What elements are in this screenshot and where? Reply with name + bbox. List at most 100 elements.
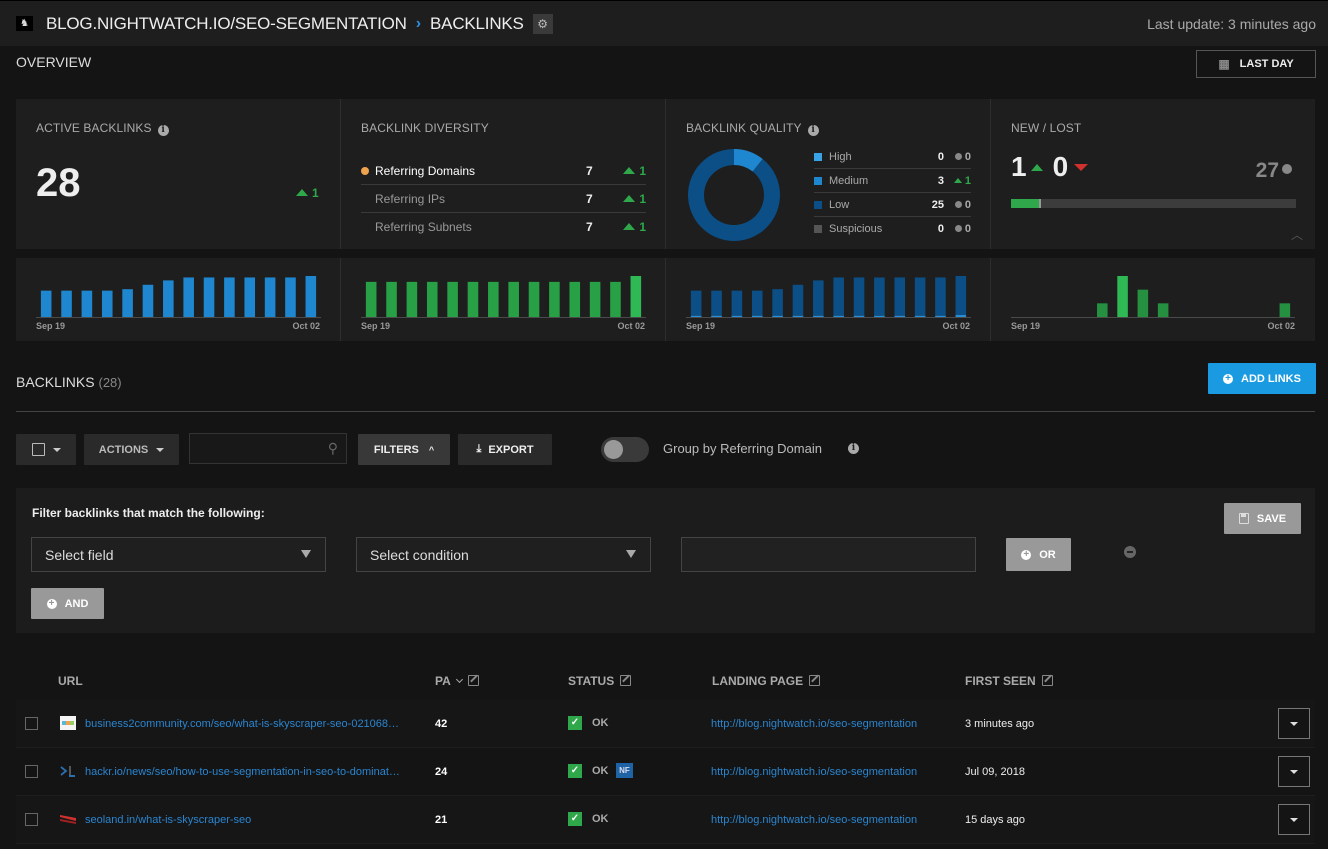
backlink-url[interactable]: business2community.com/seo/what-is-skysc… [85, 718, 399, 730]
quality-value: 0 [937, 150, 944, 163]
or-label: OR [1039, 548, 1056, 561]
info-icon[interactable]: i [848, 443, 859, 454]
spark-bar-low [731, 290, 743, 316]
plus-circle-icon: + [1223, 373, 1234, 384]
and-label: AND [64, 597, 89, 610]
backlink-diversity-card: BACKLINK DIVERSITY Referring Domains 7 1… [341, 99, 666, 249]
select-all-dropdown[interactable] [16, 434, 76, 465]
quality-row-medium[interactable]: Medium 3 1 [814, 169, 971, 193]
table-row[interactable]: seoland.in/what-is-skyscraper-seo 21 ✓ O… [16, 796, 1315, 844]
select-field-dropdown[interactable]: Select field [31, 537, 326, 572]
search-input[interactable]: ⚲ [189, 433, 347, 464]
backlink-url[interactable]: seoland.in/what-is-skyscraper-seo [85, 814, 251, 826]
delta-value: 1 [639, 191, 646, 206]
add-links-button[interactable]: + ADD LINKS [1208, 363, 1316, 394]
quality-row-low[interactable]: Low 25 0 [814, 193, 971, 217]
divider [16, 411, 1315, 412]
edit-icon[interactable] [809, 675, 821, 686]
delta-value: 1 [639, 220, 646, 234]
column-header-pa[interactable]: PA [435, 674, 479, 688]
nightwatch-owl-logo-icon[interactable]: ♞ [16, 16, 33, 31]
row-checkbox[interactable] [25, 813, 38, 826]
spark-bar [285, 277, 296, 317]
info-icon[interactable]: i [807, 125, 819, 136]
column-header-url[interactable]: URL [58, 674, 83, 688]
spark-bar [1279, 303, 1291, 317]
or-button[interactable]: + OR [1006, 538, 1071, 571]
landing-page-link[interactable]: http://blog.nightwatch.io/seo-segmentati… [711, 766, 917, 778]
quality-row-suspicious[interactable]: Suspicious 0 0 [814, 217, 971, 241]
row-menu-button[interactable] [1278, 708, 1310, 739]
export-button[interactable]: ⤓ EXPORT [458, 434, 552, 465]
remove-condition-icon[interactable] [1124, 546, 1136, 558]
filter-value-input[interactable] [681, 537, 976, 572]
edit-icon[interactable] [467, 675, 479, 686]
save-label: SAVE [1256, 512, 1287, 525]
spark-bar [508, 281, 519, 317]
column-header-first-seen[interactable]: FIRST SEEN [965, 674, 1053, 688]
backlink-url[interactable]: hackr.io/news/seo/how-to-use-segmentatio… [85, 766, 400, 778]
pa-value: 24 [435, 766, 448, 778]
collapse-chevron-up-icon[interactable]: ︿ [1291, 226, 1303, 243]
actions-dropdown[interactable]: ACTIONS [84, 434, 179, 465]
up-arrow-icon [953, 177, 962, 183]
group-by-domain-toggle[interactable] [601, 437, 649, 462]
info-icon[interactable]: i [157, 125, 169, 136]
quality-legend: High 0 0 Medium 3 1 Low 25 0 Suspicious 0 0 [814, 145, 971, 241]
diversity-label: Referring Subnets [375, 220, 472, 234]
diversity-row-referring-ips[interactable]: Referring IPs 7 1 [361, 185, 646, 213]
new-lost-title: NEW / LOST [1011, 121, 1082, 135]
diversity-value: 7 [586, 163, 593, 178]
landing-page-link[interactable]: http://blog.nightwatch.io/seo-segmentati… [711, 718, 917, 730]
spark-bar [406, 281, 418, 317]
settings-gear-button[interactable]: ⚙ [532, 13, 553, 34]
diversity-delta: 1 [616, 192, 646, 206]
new-lost-progress-fill [1011, 199, 1042, 208]
select-field-value: Select field [45, 546, 114, 563]
edit-icon[interactable] [1041, 675, 1053, 686]
diversity-row-referring-domains[interactable]: Referring Domains 7 1 [361, 157, 646, 185]
spark-bar-medium [935, 315, 946, 317]
edit-icon[interactable] [620, 675, 632, 686]
spark-bar [1097, 303, 1108, 317]
table-row[interactable]: hackr.io/news/seo/how-to-use-segmentatio… [16, 748, 1315, 796]
status-text: OK [592, 717, 609, 729]
pa-label: PA [435, 674, 451, 688]
quality-label: High [829, 150, 852, 163]
save-filter-button[interactable]: SAVE [1224, 503, 1301, 534]
landing-page-link[interactable]: http://blog.nightwatch.io/seo-segmentati… [711, 814, 917, 826]
quality-row-high[interactable]: High 0 0 [814, 145, 971, 169]
spark-bar [40, 290, 52, 317]
spark-bar [224, 277, 235, 317]
column-header-status[interactable]: STATUS [568, 674, 632, 688]
quality-value: 0 [937, 223, 944, 235]
actions-label: ACTIONS [98, 443, 149, 456]
spark-bar-low [772, 289, 783, 316]
filters-label: FILTERS [373, 443, 419, 456]
legend-swatch [814, 200, 822, 209]
and-button[interactable]: + AND [31, 588, 104, 619]
select-condition-dropdown[interactable]: Select condition [356, 537, 651, 572]
quality-title-text: BACKLINK QUALITY [686, 121, 802, 135]
spark-bar-medium [711, 315, 722, 317]
x-label-start: Sep 19 [36, 321, 66, 331]
row-checkbox[interactable] [25, 765, 38, 778]
last-update-text: Last update: 3 minutes ago [1147, 16, 1316, 32]
column-header-landing-page[interactable]: LANDING PAGE [712, 674, 821, 688]
row-checkbox[interactable] [25, 717, 38, 730]
breadcrumb-site[interactable]: BLOG.NIGHTWATCH.IO/SEO-SEGMENTATION [46, 14, 407, 34]
delta-value: 1 [312, 186, 319, 200]
table-row[interactable]: business2community.com/seo/what-is-skysc… [16, 700, 1315, 748]
quality-change: 0 [949, 151, 971, 163]
spark-bar-low [935, 277, 946, 316]
date-range-button[interactable]: ▦ LAST DAY [1196, 50, 1316, 78]
select-all-checkbox[interactable] [31, 443, 45, 456]
filter-panel: Filter backlinks that match the followin… [16, 488, 1315, 633]
filters-button[interactable]: FILTERS ^ [358, 434, 450, 465]
row-menu-button[interactable] [1278, 804, 1310, 835]
diversity-row-referring-subnets[interactable]: Referring Subnets 7 1 [361, 213, 646, 241]
row-menu-button[interactable] [1278, 756, 1310, 787]
quality-label: Low [829, 198, 850, 211]
quality-change: 1 [949, 175, 971, 187]
diversity-label: Referring IPs [375, 191, 446, 206]
